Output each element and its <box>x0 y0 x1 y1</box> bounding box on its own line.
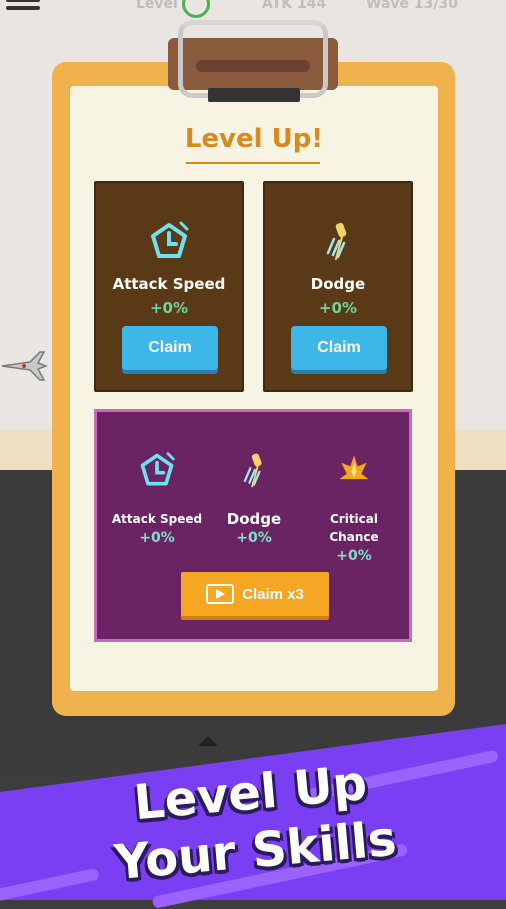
airplane-icon <box>1 351 48 381</box>
combo-skill-attack-speed: Attack Speed +0% <box>107 450 207 546</box>
combo-skill-value: +0% <box>336 548 372 564</box>
claim-dodge-button[interactable]: Claim <box>291 326 387 370</box>
clip-bar <box>208 88 300 102</box>
title-underline <box>186 162 320 164</box>
combo-skill-value: +0% <box>139 530 175 546</box>
card-skill-name: Attack Speed <box>112 275 226 293</box>
combo-skill-name: Dodge <box>226 510 282 528</box>
combo-skill-name: Attack Speed <box>111 512 203 526</box>
pointer-arrow-icon <box>198 736 218 746</box>
claim-x3-button[interactable]: Claim x3 <box>181 572 329 616</box>
critical-icon <box>302 450 406 490</box>
top-hud: Level ATK 144 Wave 13/30 <box>0 0 506 18</box>
level-label: Level <box>136 0 178 12</box>
combo-skill-name: Critical Chance <box>329 512 379 544</box>
atk-label: ATK 144 <box>262 0 327 12</box>
stopwatch-icon <box>96 219 242 259</box>
skill-card-attack-speed: Attack Speed +0% Claim <box>94 181 244 392</box>
combo-skill-dodge: Dodge +0% <box>204 450 304 546</box>
dodge-icon <box>204 450 304 490</box>
combo-skill-critical-chance: Critical Chance +0% <box>302 450 406 564</box>
card-skill-name: Dodge <box>310 275 366 293</box>
dodge-icon <box>265 219 411 260</box>
combo-skill-value: +0% <box>236 530 272 546</box>
wave-label: Wave 13/30 <box>366 0 458 12</box>
video-ad-icon <box>206 584 235 604</box>
stopwatch-icon <box>107 450 207 490</box>
clip-wire <box>178 20 328 98</box>
menu-icon[interactable] <box>6 0 40 14</box>
card-skill-value: +0% <box>149 299 189 317</box>
skill-card-dodge: Dodge +0% Claim <box>263 181 413 392</box>
claim-all-panel: Attack Speed +0% Dodge +0% Critical Chan… <box>94 409 412 642</box>
dialog-title: Level Up! <box>184 124 324 154</box>
claim-attack-speed-button[interactable]: Claim <box>122 326 218 370</box>
claim-x3-label: Claim x3 <box>242 585 304 603</box>
card-skill-value: +0% <box>318 299 358 317</box>
